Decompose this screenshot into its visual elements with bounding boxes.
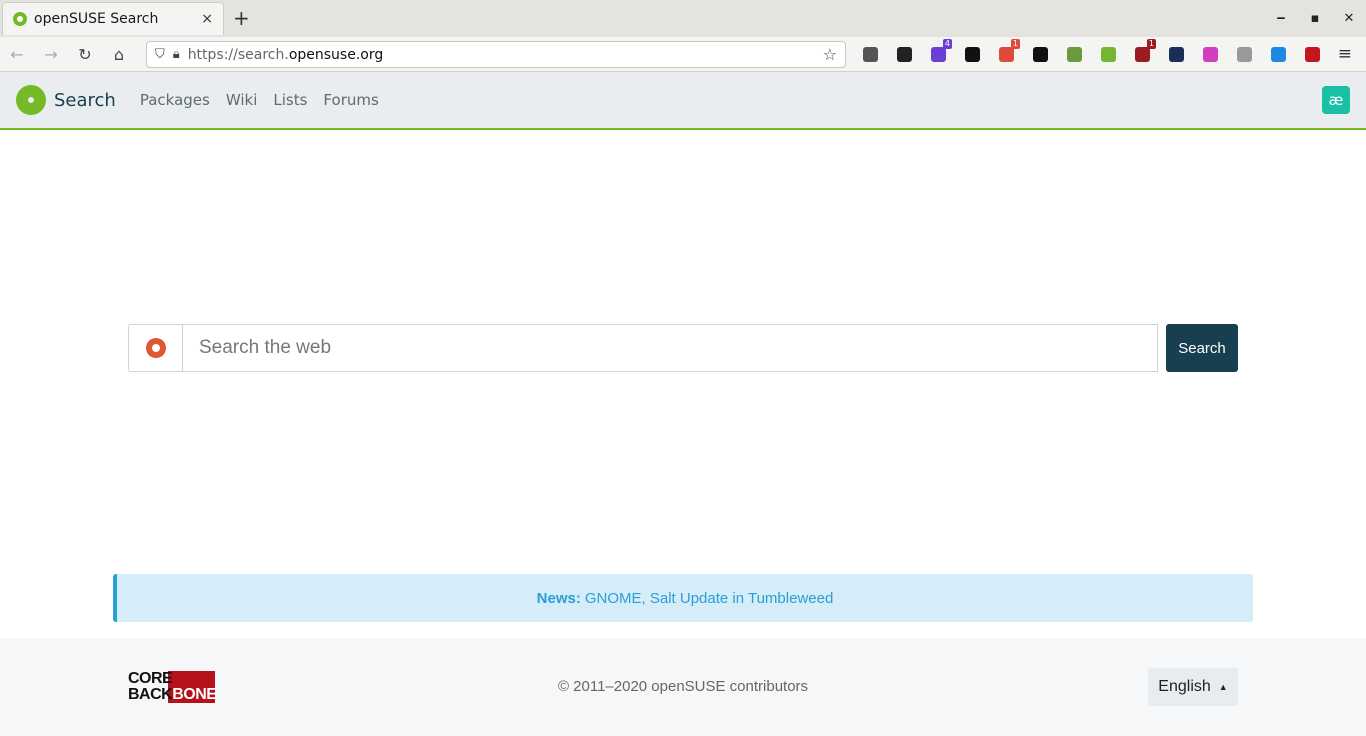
opensuse-favicon-icon bbox=[13, 12, 27, 26]
opensuse-logo-icon[interactable] bbox=[16, 85, 46, 115]
brand-title[interactable]: Search bbox=[54, 90, 116, 111]
power-icon bbox=[1236, 46, 1252, 62]
tab-close-icon[interactable]: × bbox=[201, 11, 213, 27]
duckduckgo-icon bbox=[145, 338, 166, 358]
lock-icon[interactable]: 🔒︎ bbox=[173, 47, 180, 62]
colorful-extension-icon[interactable] bbox=[1198, 44, 1222, 64]
browser-navbar: ← → ↻ ⌂ ⛉ 🔒︎ https://search.opensuse.org… bbox=[0, 37, 1366, 72]
browser-tabbar: openSUSE Search × + ‒ ▪ ✕ bbox=[0, 0, 1366, 37]
pocket-icon bbox=[862, 46, 878, 62]
shield-extension-icon[interactable] bbox=[1266, 44, 1290, 64]
search-input[interactable] bbox=[182, 324, 1158, 372]
download-icon bbox=[1100, 46, 1116, 62]
footer: CORE BACKBONE © 2011–2020 openSUSE contr… bbox=[0, 638, 1366, 736]
duckduckgo-privacy-extension-icon[interactable] bbox=[892, 44, 916, 64]
power-extension-icon[interactable] bbox=[1232, 44, 1256, 64]
colorful-icon bbox=[1202, 46, 1218, 62]
extensions-toolbar: 4 1 1 bbox=[858, 39, 1324, 64]
gnome-extension-icon[interactable] bbox=[1028, 44, 1052, 64]
address-bar[interactable]: ⛉ 🔒︎ https://search.opensuse.org ☆ bbox=[146, 41, 846, 68]
forward-button[interactable]: → bbox=[34, 45, 68, 64]
user-agent-icon bbox=[1066, 46, 1082, 62]
gnome-icon bbox=[1032, 46, 1048, 62]
news-link[interactable]: GNOME, Salt Update in Tumbleweed bbox=[585, 590, 833, 607]
duckduckgo-privacy-icon bbox=[896, 46, 912, 62]
ae-icon bbox=[964, 46, 980, 62]
nav-packages[interactable]: Packages bbox=[140, 91, 210, 109]
caret-up-icon: ▲ bbox=[1218, 682, 1228, 692]
container-extension-icon[interactable] bbox=[1164, 44, 1188, 64]
new-tab-button[interactable]: + bbox=[233, 6, 250, 30]
extension-badge: 4 bbox=[942, 39, 952, 49]
ublock-extension-icon[interactable]: 1 bbox=[1130, 39, 1156, 64]
reload-button[interactable]: ↻ bbox=[68, 45, 102, 64]
container-icon bbox=[1168, 46, 1184, 62]
stack-extension-icon[interactable]: 4 bbox=[926, 39, 952, 64]
minimize-button[interactable]: ‒ bbox=[1264, 11, 1298, 26]
menu-icon[interactable]: ≡ bbox=[1338, 44, 1352, 64]
url-text[interactable]: https://search.opensuse.org bbox=[188, 47, 823, 63]
news-label: News: bbox=[536, 589, 581, 607]
close-window-button[interactable]: ✕ bbox=[1332, 11, 1366, 26]
extension-badge: 1 bbox=[1010, 39, 1020, 49]
home-button[interactable]: ⌂ bbox=[102, 45, 136, 64]
ae-extension-icon[interactable] bbox=[960, 44, 984, 64]
user-menu-icon[interactable]: æ bbox=[1322, 86, 1350, 114]
tab-title: openSUSE Search bbox=[34, 11, 159, 27]
window-controls: ‒ ▪ ✕ bbox=[1264, 0, 1366, 37]
nav-lists[interactable]: Lists bbox=[273, 91, 307, 109]
maximize-button[interactable]: ▪ bbox=[1298, 11, 1332, 26]
extension-badge: 1 bbox=[1146, 39, 1156, 49]
nav-wiki[interactable]: Wiki bbox=[226, 91, 258, 109]
search-form: Search bbox=[128, 324, 1238, 372]
search-engine-selector[interactable] bbox=[128, 324, 182, 372]
youtube-icon bbox=[1304, 46, 1320, 62]
nav-forums[interactable]: Forums bbox=[323, 91, 378, 109]
gmail-extension-icon[interactable]: 1 bbox=[994, 39, 1020, 64]
language-label: English bbox=[1158, 678, 1211, 695]
news-banner: News: GNOME, Salt Update in Tumbleweed bbox=[113, 574, 1253, 622]
language-dropdown[interactable]: English ▲ bbox=[1148, 668, 1238, 706]
pocket-extension-icon[interactable] bbox=[858, 44, 882, 64]
bookmark-star-icon[interactable]: ☆ bbox=[823, 45, 837, 64]
youtube-extension-icon[interactable] bbox=[1300, 44, 1324, 64]
search-button[interactable]: Search bbox=[1166, 324, 1238, 372]
site-header: Search Packages Wiki Lists Forums æ bbox=[0, 72, 1366, 130]
shield-icon bbox=[1270, 46, 1286, 62]
user-agent-extension-icon[interactable] bbox=[1062, 44, 1086, 64]
shield-icon[interactable]: ⛉ bbox=[155, 47, 165, 62]
download-extension-icon[interactable] bbox=[1096, 44, 1120, 64]
browser-tab[interactable]: openSUSE Search × bbox=[2, 2, 224, 35]
back-button[interactable]: ← bbox=[0, 45, 34, 64]
